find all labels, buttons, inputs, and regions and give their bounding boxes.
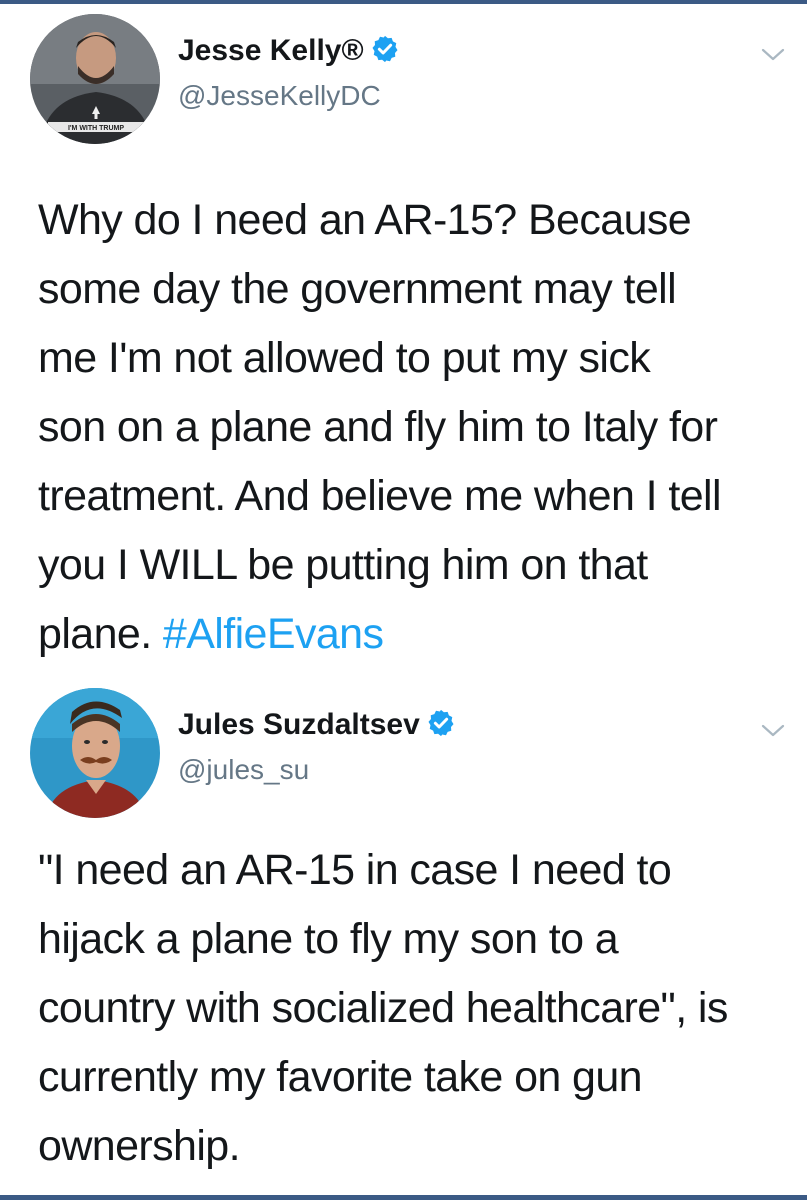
tweet-1: I'M WITH TRUMP Jesse Kelly® @JesseKellyD… xyxy=(0,8,807,680)
chevron-down-icon[interactable] xyxy=(760,46,786,64)
avatar[interactable]: I'M WITH TRUMP xyxy=(30,14,160,144)
tweet-line: hijack a plane to fly my son to a xyxy=(38,915,619,963)
frame-top-border xyxy=(0,0,807,4)
verified-badge-icon xyxy=(370,34,400,72)
tweet-text: "I need an AR-15 in case I need to hijac… xyxy=(38,836,783,1181)
user-avatar-photo-icon: I'M WITH TRUMP xyxy=(30,14,160,144)
verified-badge-icon xyxy=(426,708,456,746)
display-name-text: Jules Suzdaltsev xyxy=(178,708,420,741)
tweet-line: currently my favorite take on gun xyxy=(38,1053,643,1101)
display-name[interactable]: Jules Suzdaltsev xyxy=(178,708,456,746)
tweet-text: Why do I need an AR-15? Because some day… xyxy=(38,186,783,669)
hashtag-link[interactable]: #AlfieEvans xyxy=(163,610,384,658)
handle[interactable]: @jules_su xyxy=(178,754,309,786)
frame-bottom-border xyxy=(0,1195,807,1200)
handle[interactable]: @JesseKellyDC xyxy=(178,80,381,112)
tweet-line: me I'm not allowed to put my sick xyxy=(38,334,651,382)
tweet-line: Why do I need an AR-15? Because xyxy=(38,196,692,244)
tweet-line: son on a plane and fly him to Italy for xyxy=(38,403,718,451)
tweet-line: you I WILL be putting him on that xyxy=(38,541,648,589)
chevron-down-icon[interactable] xyxy=(760,722,786,740)
tweet-line: country with socialized healthcare", is xyxy=(38,984,728,1032)
tweet-line: plane. xyxy=(38,610,163,658)
tweet-line: some day the government may tell xyxy=(38,265,677,313)
display-name-text: Jesse Kelly® xyxy=(178,34,364,67)
tweet-line: "I need an AR-15 in case I need to xyxy=(38,846,672,894)
tweet-2: Jules Suzdaltsev @jules_su "I need an AR… xyxy=(0,684,807,1196)
tweet-line: ownership. xyxy=(38,1122,241,1170)
tweet-line: treatment. And believe me when I tell xyxy=(38,472,722,520)
avatar-shirt-text: I'M WITH TRUMP xyxy=(68,125,124,132)
user-avatar-photo-icon xyxy=(30,688,160,818)
display-name[interactable]: Jesse Kelly® xyxy=(178,34,400,72)
avatar[interactable] xyxy=(30,688,160,818)
